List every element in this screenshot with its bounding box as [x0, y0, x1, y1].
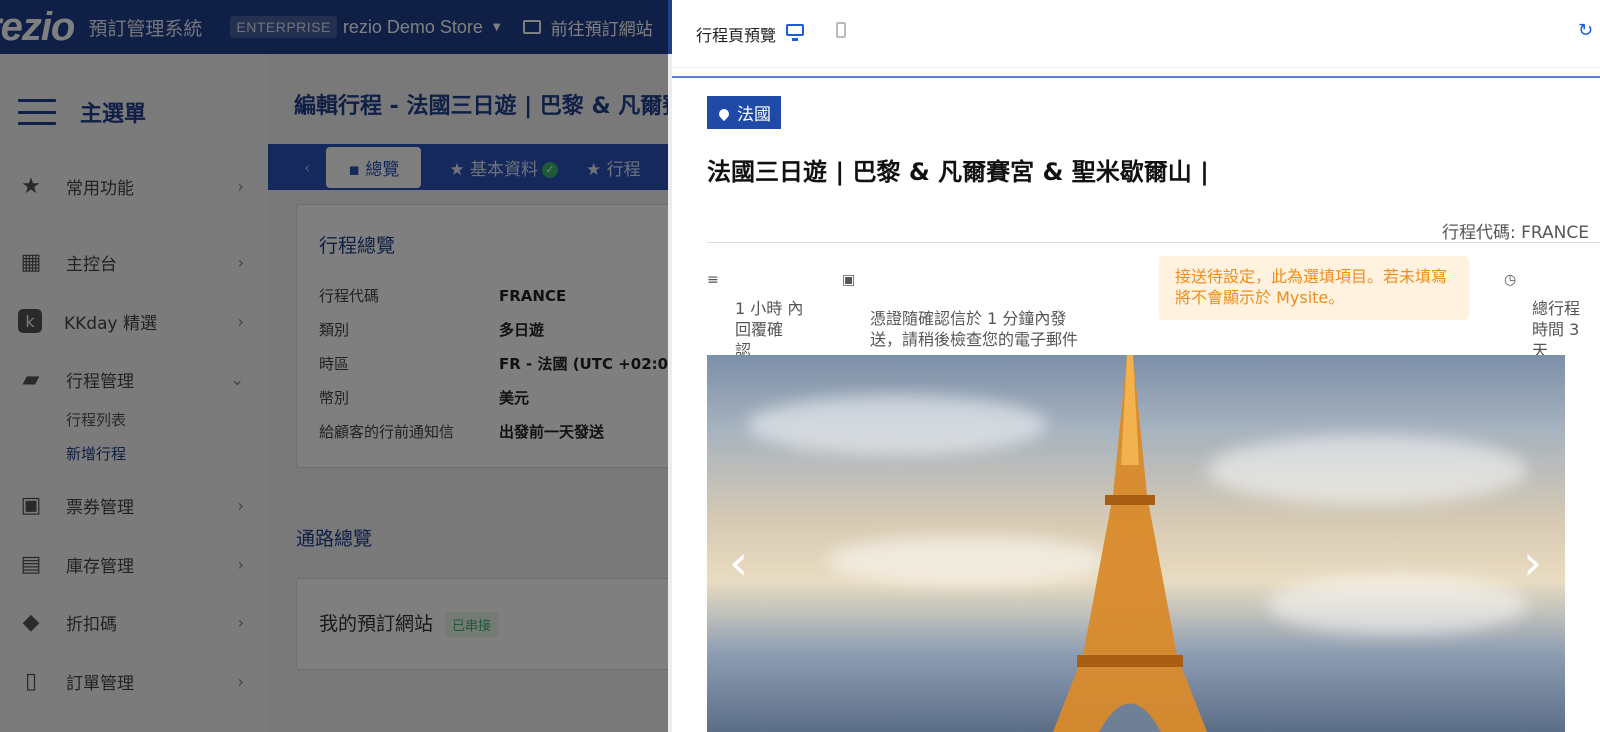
ticket-icon: ▣ [842, 272, 856, 288]
divider [707, 242, 1600, 243]
list-icon: ≡ [707, 272, 719, 288]
mobile-icon[interactable] [836, 22, 846, 38]
desktop-icon[interactable] [786, 24, 804, 41]
carousel-next-arrow-icon[interactable]: › [1523, 535, 1542, 591]
product-photo: ‹ › [707, 355, 1565, 732]
location-badge: 法國 [707, 96, 781, 129]
reply-info: ≡ 1 小時 內 回覆確 認 [707, 256, 817, 361]
voucher-text: 憑證隨確認信於 1 分鐘內發 送，請稍後檢查您的電子郵件 [870, 309, 1079, 349]
reply-text: 1 小時 內 回覆確 認 [735, 299, 804, 360]
duration-info: ◷ 總行程 時間 3 天 [1504, 256, 1600, 361]
preview-title: 行程頁預覽 [696, 26, 777, 45]
preview-header: 行程頁預覽 ↻ [672, 0, 1600, 68]
product-title: 法國三日遊 | 巴黎 & 凡爾賽宮 & 聖米歇爾山 | [707, 158, 1209, 186]
location-pin-icon [716, 106, 732, 121]
product-code: 行程代碼: FRANCE [1442, 223, 1589, 243]
clock-icon: ◷ [1504, 272, 1517, 288]
preview-panel: 行程頁預覽 ↻ 法國 法國三日遊 | 巴黎 & 凡爾賽宮 & 聖米歇爾山 | 行… [672, 0, 1600, 732]
divider [672, 76, 1600, 78]
carousel-prev-arrow-icon[interactable]: ‹ [729, 535, 748, 591]
location-label: 法國 [737, 105, 771, 125]
voucher-info: ▣ 憑證隨確認信於 1 分鐘內發 送，請稍後檢查您的電子郵件 [842, 266, 1142, 350]
pickup-warning: 接送待設定，此為選填項目。若未填寫將不會顯示於 Mysite。 [1159, 256, 1469, 320]
modal-backdrop[interactable] [0, 0, 668, 732]
duration-text: 總行程 時間 3 天 [1532, 299, 1581, 360]
eiffel-tower-illustration [1053, 355, 1207, 732]
refresh-icon[interactable]: ↻ [1578, 20, 1593, 41]
